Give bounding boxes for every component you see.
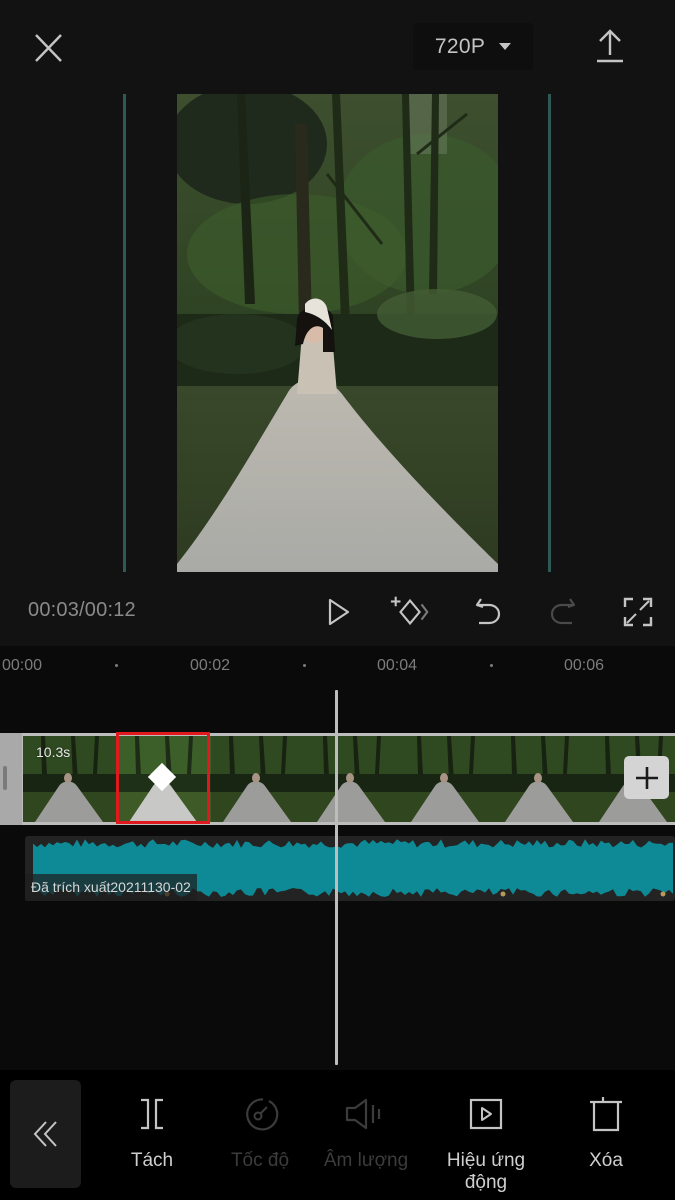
canvas-guide-right [548, 94, 551, 572]
close-icon [35, 34, 62, 62]
timeline[interactable]: 00:00 00:02 00:04 00:06 10.3s Đã trích x… [0, 646, 675, 1070]
add-keyframe-icon [390, 596, 429, 626]
tool-animation[interactable]: Hiệu ứng động [436, 1094, 536, 1194]
timecode: 00:03/00:12 [28, 599, 136, 621]
ruler-dot [490, 664, 493, 667]
tool-label: Tách [130, 1150, 174, 1171]
undo-button[interactable] [466, 590, 510, 634]
export-button[interactable] [590, 27, 630, 67]
clip-duration: 10.3s [36, 744, 71, 760]
tool-volume[interactable]: Âm lượng [316, 1094, 416, 1172]
add-clip-button[interactable] [624, 756, 669, 799]
playhead[interactable] [335, 690, 338, 1065]
ruler-label: 00:02 [190, 657, 231, 674]
fullscreen-icon [623, 597, 653, 627]
close-button[interactable] [28, 28, 68, 68]
ruler-label: 00:06 [564, 657, 605, 674]
ruler-label: 00:00 [2, 657, 43, 674]
bottom-toolbar: Tách Tốc độ Âm lượng Hiệu ứng động Xóa [0, 1070, 675, 1200]
video-preview[interactable] [177, 94, 498, 572]
beat-marker [500, 891, 506, 897]
beat-marker [660, 891, 666, 897]
tool-split[interactable]: Tách [102, 1094, 202, 1172]
video-frame-image [177, 94, 498, 572]
clip-thumbnail[interactable] [211, 736, 305, 822]
clip-thumbnail[interactable] [399, 736, 493, 822]
tool-speed[interactable]: Tốc độ [210, 1094, 310, 1172]
top-bar: 720P [0, 0, 675, 90]
resolution-label: 720P [434, 34, 486, 58]
tool-label: Xóa [589, 1150, 623, 1171]
player-controls: 00:03/00:12 [0, 580, 675, 646]
clip-trim-handle[interactable] [0, 733, 22, 825]
redo-icon [550, 598, 576, 625]
undo-icon [475, 598, 501, 625]
time-ruler[interactable]: 00:00 00:02 00:04 00:06 [0, 646, 675, 686]
ruler-label: 00:04 [377, 657, 418, 674]
tool-label: Hiệu ứng động [446, 1150, 526, 1193]
play-icon [328, 598, 350, 626]
trim-grip [3, 766, 7, 790]
ruler-dot [115, 664, 118, 667]
audio-clip-label: Đã trích xuất20211130-02 [25, 874, 197, 901]
tool-label: Tốc độ [230, 1150, 290, 1171]
back-button[interactable] [10, 1080, 81, 1188]
canvas-guide-left [123, 94, 126, 572]
add-keyframe-button[interactable] [389, 590, 433, 634]
video-preview-area [0, 90, 675, 580]
ruler-dot [303, 664, 306, 667]
split-icon [141, 1098, 163, 1130]
delete-icon [590, 1097, 622, 1132]
animation-icon [469, 1098, 503, 1130]
tool-label: Âm lượng [323, 1150, 409, 1171]
export-upload-icon [597, 29, 623, 63]
caret-down-icon [499, 43, 512, 50]
plus-icon [635, 766, 658, 789]
tool-delete[interactable]: Xóa [556, 1094, 656, 1172]
clip-thumbnail[interactable] [493, 736, 587, 822]
speed-icon [246, 1098, 279, 1131]
play-button[interactable] [316, 590, 360, 634]
redo-button[interactable] [541, 590, 585, 634]
fullscreen-button[interactable] [616, 590, 660, 634]
resolution-dropdown[interactable]: 720P [413, 23, 533, 70]
double-chevron-left-icon [33, 1121, 57, 1147]
clip-thumbnail[interactable] [305, 736, 399, 822]
volume-icon [345, 1098, 381, 1130]
